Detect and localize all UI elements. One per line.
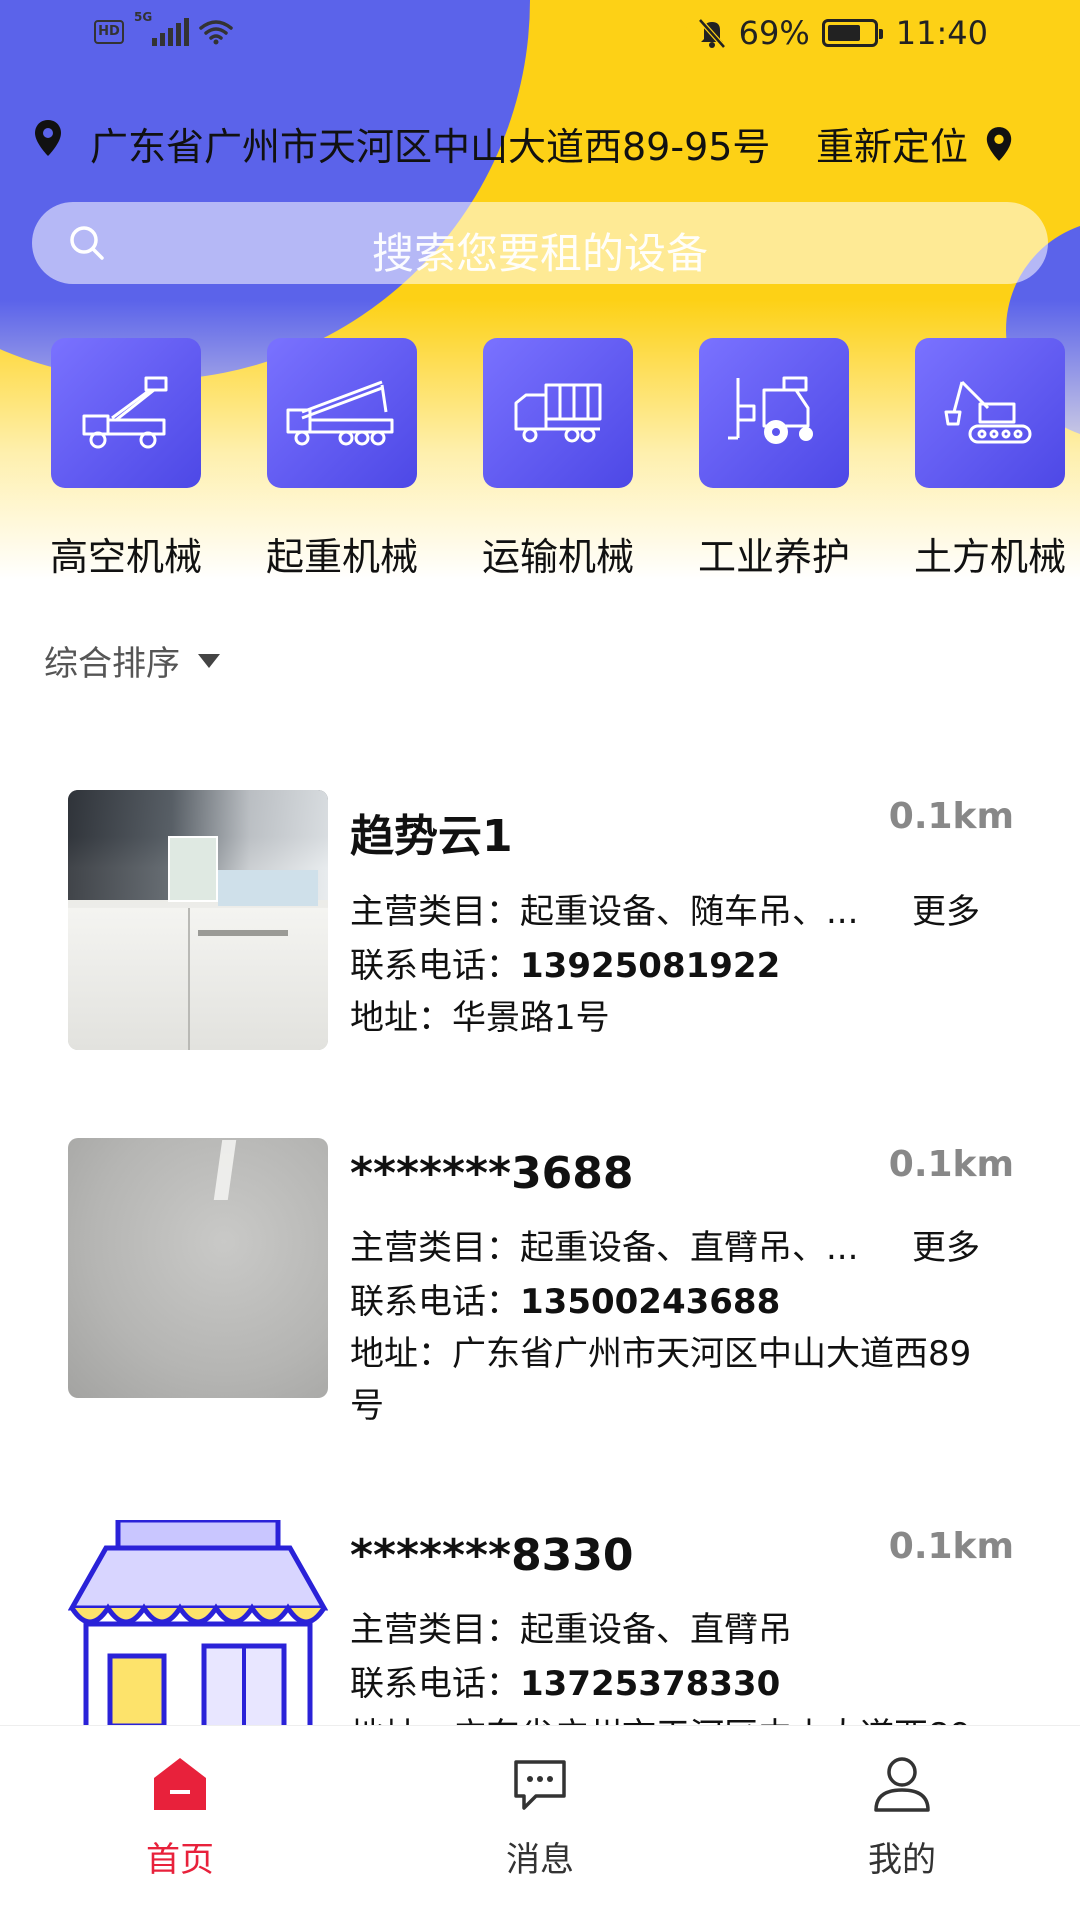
category-aerial[interactable]: 高空机械 — [46, 338, 206, 581]
store-address: 地址：广东省广州市天河区中山大道西89 — [350, 1334, 972, 1374]
shop-illustration — [67, 1517, 329, 1725]
store-name: *******3688 — [350, 1148, 634, 1199]
category-label: 起重机械 — [265, 535, 418, 579]
category-tile — [51, 338, 201, 488]
store-phone: 联系电话：13925081922 — [350, 946, 781, 986]
tab-label: 我的 — [868, 1840, 936, 1880]
category-label: 高空机械 — [49, 535, 202, 579]
wifi-icon — [199, 20, 233, 45]
tab-home[interactable]: 首页 — [80, 1754, 280, 1881]
location-pin-icon — [986, 126, 1012, 161]
category-earthwork[interactable]: 土方机械 — [910, 338, 1070, 581]
hd-icon: HD — [94, 20, 124, 44]
chat-bubble-icon — [514, 1760, 566, 1810]
tab-label: 消息 — [506, 1840, 574, 1880]
search-input[interactable]: 搜索您要租的设备 — [32, 202, 1048, 284]
tab-mine[interactable]: 我的 — [802, 1754, 1002, 1881]
relocate-label: 重新定位 — [815, 125, 968, 169]
category-tile — [699, 338, 849, 488]
category-tile — [267, 338, 417, 488]
store-phone: 联系电话：13725378330 — [350, 1664, 781, 1704]
user-icon — [874, 1757, 930, 1812]
battery-icon — [821, 19, 883, 47]
store-list[interactable]: 趋势云1 0.1km 主营类目：起重设备、随车吊、... 更多 联系电话：139… — [0, 790, 1080, 1725]
category-label: 土方机械 — [913, 535, 1066, 579]
category-tile — [483, 338, 633, 488]
forklift-icon — [728, 376, 813, 444]
bottom-tab-bar: 首页 消息 我的 — [0, 1725, 1080, 1920]
store-address-line2: 号 — [350, 1386, 384, 1426]
home-icon — [154, 1758, 206, 1810]
category-label: 运输机械 — [481, 535, 634, 579]
excavator-icon — [944, 380, 1032, 444]
tab-label: 首页 — [146, 1840, 214, 1880]
clock: 11:40 — [895, 14, 988, 52]
tab-messages[interactable]: 消息 — [440, 1754, 640, 1881]
crane-truck-icon — [286, 380, 394, 446]
sort-label: 综合排序 — [44, 644, 180, 684]
store-name: 趋势云1 — [350, 811, 513, 862]
location-bar: 广东省广州市天河区中山大道西89-95号 重新定位 — [0, 110, 1080, 170]
store-categories: 主营类目：起重设备、直臂吊、... — [350, 1228, 859, 1268]
store-distance: 0.1km — [888, 1526, 1014, 1567]
store-photo — [68, 1138, 328, 1398]
location-pin-icon — [35, 120, 61, 156]
mute-bell-icon — [697, 18, 726, 49]
caret-down-icon — [198, 653, 220, 668]
more-link[interactable]: 更多 — [912, 884, 980, 933]
store-phone: 联系电话：13500243688 — [350, 1282, 781, 1322]
category-transport[interactable]: 运输机械 — [478, 338, 638, 581]
current-address: 广东省广州市天河区中山大道西89-95号 — [90, 125, 771, 169]
category-tile — [915, 338, 1065, 488]
more-link[interactable]: 更多 — [912, 1220, 980, 1269]
category-label: 工业养护 — [697, 535, 850, 579]
store-name: *******8330 — [350, 1530, 634, 1581]
status-bar: HD 5G 69% 11:40 — [0, 0, 1080, 74]
store-categories: 主营类目：起重设备、直臂吊 — [350, 1610, 792, 1650]
category-strip[interactable]: 高空机械 起重机械 运输机械 工业养护 土方机械 — [0, 338, 1080, 584]
aerial-lift-truck-icon — [82, 376, 168, 449]
battery-percent: 69% — [738, 14, 810, 52]
store-distance: 0.1km — [888, 1144, 1014, 1185]
store-categories: 主营类目：起重设备、随车吊、... — [350, 892, 859, 932]
store-distance: 0.1km — [888, 796, 1014, 837]
relocate-button[interactable]: 重新定位 — [816, 116, 1014, 171]
category-industrial[interactable]: 工业养护 — [694, 338, 854, 581]
search-placeholder: 搜索您要租的设备 — [371, 229, 708, 278]
store-photo — [68, 790, 328, 1050]
category-crane[interactable]: 起重机械 — [262, 338, 422, 581]
sort-dropdown[interactable]: 综合排序 — [44, 636, 220, 685]
store-address: 地址：广东省广州市天河区中山大道西89 — [350, 1708, 971, 1725]
cellular-signal-icon: 5G — [134, 10, 189, 46]
shop-icon — [67, 1517, 329, 1725]
store-address: 地址：华景路1号 — [350, 998, 610, 1038]
cargo-truck-icon — [514, 383, 602, 443]
